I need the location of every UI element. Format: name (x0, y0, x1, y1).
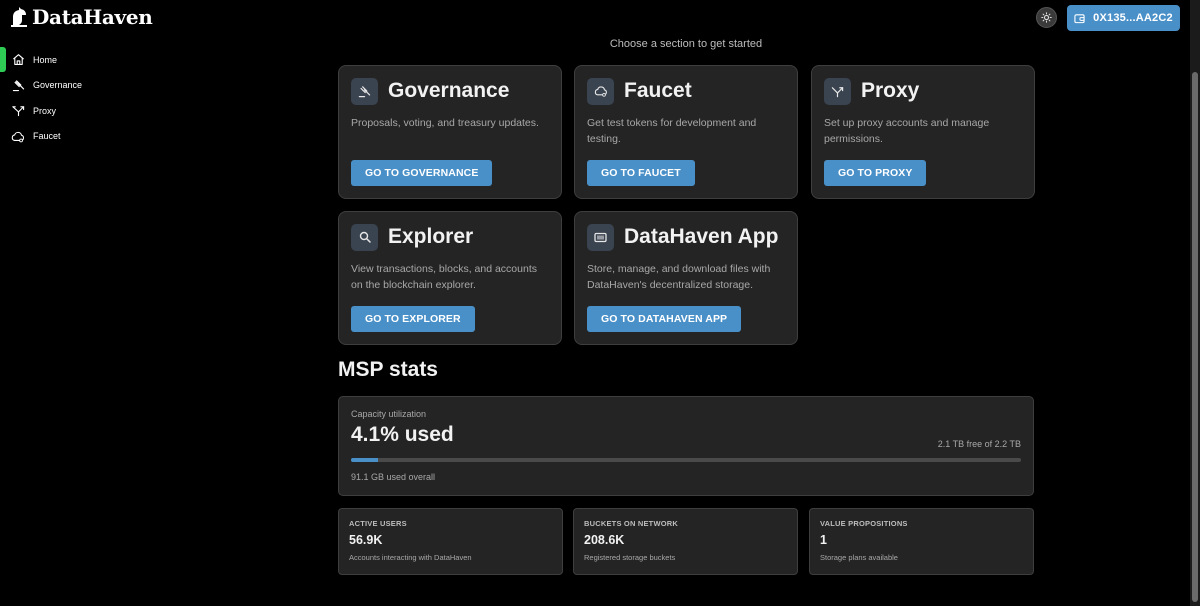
capacity-card: Capacity utilization 4.1% used 2.1 TB fr… (338, 396, 1034, 496)
sidebar: Home Governance Proxy Faucet (0, 47, 160, 149)
stat-card-active-users: ACTIVE USERS 56.9K Accounts interacting … (338, 508, 563, 575)
sidebar-item-faucet[interactable]: Faucet (0, 124, 160, 150)
sidebar-item-label: Faucet (33, 131, 61, 142)
app-window-icon (587, 223, 614, 251)
stat-label: BUCKETS ON NETWORK (584, 519, 679, 528)
wallet-icon (1074, 13, 1085, 23)
page-subtitle: Choose a section to get started (609, 38, 763, 50)
stat-value: 1 (820, 533, 827, 547)
sidebar-item-label: Governance (33, 80, 83, 91)
sidebar-item-governance[interactable]: Governance (0, 73, 160, 99)
datahaven-logo-icon (11, 7, 27, 27)
sidebar-item-proxy[interactable]: Proxy (0, 98, 160, 124)
split-arrow-icon (824, 77, 851, 105)
stat-value: 56.9K (349, 533, 383, 547)
stat-card-buckets: BUCKETS ON NETWORK 208.6K Registered sto… (573, 508, 798, 575)
capacity-label: Capacity utilization (351, 409, 427, 419)
card-title: Explorer (388, 225, 474, 248)
stat-label: ACTIVE USERS (349, 519, 407, 528)
card-governance: Governance Proposals, voting, and treasu… (338, 65, 562, 199)
wallet-address: 0X135...AA2C2 (1093, 12, 1173, 24)
logo[interactable]: DataHaven (10, 5, 153, 29)
card-title: Faucet (624, 79, 692, 102)
wallet-button[interactable]: 0X135...AA2C2 (1067, 5, 1180, 31)
capacity-progress-fill (351, 458, 379, 462)
card-description: Get test tokens for development and test… (587, 117, 757, 145)
card-description: View transactions, blocks, and accounts … (351, 263, 537, 291)
card-title: Governance (388, 79, 510, 102)
card-description: Store, manage, and download files with D… (587, 263, 771, 291)
scrollbar-thumb[interactable] (1192, 72, 1198, 602)
card-title: DataHaven App (624, 225, 779, 248)
home-icon (11, 53, 25, 67)
sidebar-item-home[interactable]: Home (0, 47, 160, 73)
stat-card-value-propositions: VALUE PROPOSITIONS 1 Storage plans avail… (809, 508, 1034, 575)
cloud-icon (11, 129, 25, 143)
stat-description: Registered storage buckets (584, 553, 676, 562)
stat-description: Accounts interacting with DataHaven (349, 553, 472, 562)
go-to-proxy-button[interactable]: GO TO PROXY (824, 160, 927, 186)
card-description: Set up proxy accounts and manage permiss… (824, 117, 990, 145)
card-description: Proposals, voting, and treasury updates. (351, 117, 539, 129)
stat-label: VALUE PROPOSITIONS (820, 519, 908, 528)
sun-icon (1041, 12, 1052, 23)
split-arrow-icon (11, 104, 25, 118)
gavel-icon (351, 77, 378, 105)
gavel-icon (11, 78, 25, 92)
card-explorer: Explorer View transactions, blocks, and … (338, 211, 562, 345)
search-icon (351, 223, 378, 251)
msp-stats-heading: MSP stats (338, 358, 438, 381)
sidebar-item-label: Proxy (33, 105, 57, 116)
capacity-value: 4.1% used (351, 423, 454, 446)
logo-text: DataHaven (32, 5, 153, 29)
page-scrollbar[interactable] (1190, 0, 1200, 606)
go-to-datahaven-app-button[interactable]: GO TO DATAHAVEN APP (587, 306, 742, 332)
card-datahaven-app: DataHaven App Store, manage, and downloa… (574, 211, 798, 345)
go-to-governance-button[interactable]: GO TO GOVERNANCE (351, 160, 493, 186)
card-title: Proxy (861, 79, 920, 102)
capacity-free-text: 2.1 TB free of 2.2 TB (937, 439, 1021, 449)
stat-value: 208.6K (584, 533, 625, 547)
go-to-faucet-button[interactable]: GO TO FAUCET (587, 160, 695, 186)
capacity-progress-bar (351, 458, 1021, 462)
go-to-explorer-button[interactable]: GO TO EXPLORER (351, 306, 475, 332)
card-faucet: Faucet Get test tokens for development a… (574, 65, 798, 199)
cloud-icon (587, 77, 614, 105)
theme-toggle-button[interactable] (1036, 7, 1057, 28)
capacity-used-text: 91.1 GB used overall (351, 472, 436, 482)
sidebar-item-label: Home (33, 54, 58, 65)
stat-description: Storage plans available (820, 553, 898, 562)
card-proxy: Proxy Set up proxy accounts and manage p… (811, 65, 1035, 199)
